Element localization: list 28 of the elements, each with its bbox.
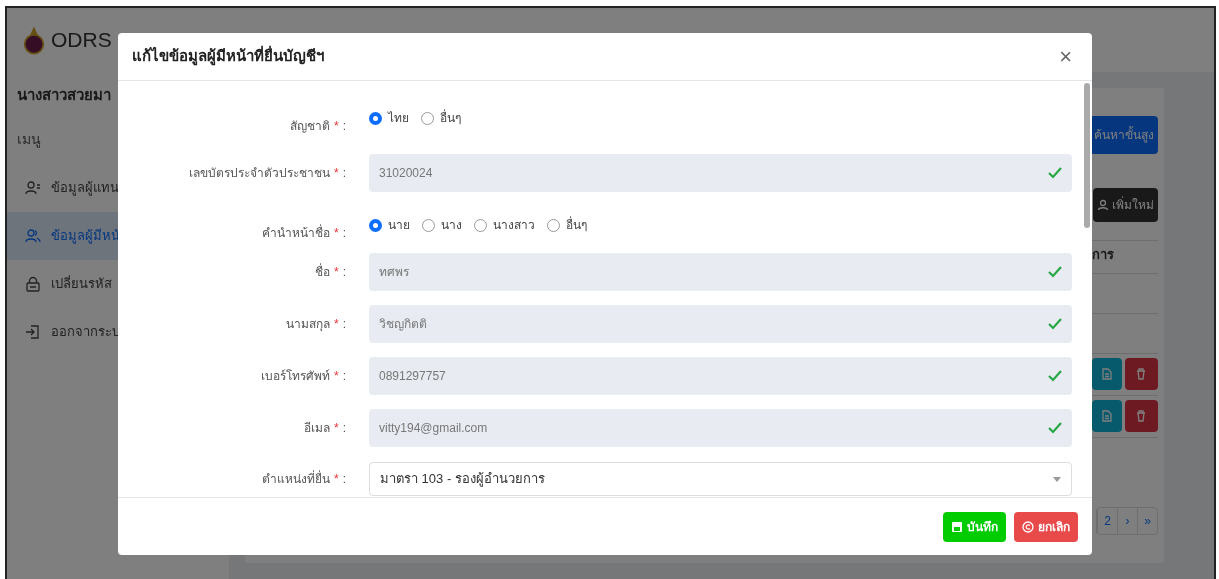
required-mark: * <box>334 165 339 182</box>
colon: : <box>342 264 346 281</box>
dialog-title: แก้ไขข้อมูลผู้มีหน้าที่ยื่นบัญชีฯ <box>132 45 324 68</box>
field-label: เบอร์โทรศัพท์ <box>261 368 330 385</box>
colon: : <box>342 225 346 242</box>
field-label: คำนำหน้าชื่อ <box>262 224 330 242</box>
required-mark: * <box>334 118 339 135</box>
required-mark: * <box>334 316 339 333</box>
menu-label: เมนู <box>16 129 42 150</box>
required-mark: * <box>334 471 339 488</box>
required-mark: * <box>334 420 339 437</box>
colon: : <box>342 316 346 333</box>
field-label: เลขบัตรประจำตัวประชาชน <box>189 165 330 182</box>
user-name: นางสาวสวยมา <box>16 85 112 105</box>
required-mark: * <box>334 368 339 385</box>
field-label: ตำแหน่งที่ยื่น <box>262 470 330 488</box>
colon: : <box>342 420 346 437</box>
required-mark: * <box>334 225 339 242</box>
colon: : <box>342 165 346 182</box>
colon: : <box>342 471 346 488</box>
field-label: ชื่อ <box>315 263 330 281</box>
colon: : <box>342 368 346 385</box>
colon: : <box>342 118 346 135</box>
field-label: นามสกุล <box>286 316 330 333</box>
field-label: สัญชาติ <box>290 118 330 135</box>
logo-text: ODRS <box>51 27 112 54</box>
field-label: อีเมล <box>304 420 330 437</box>
required-mark: * <box>334 264 339 281</box>
